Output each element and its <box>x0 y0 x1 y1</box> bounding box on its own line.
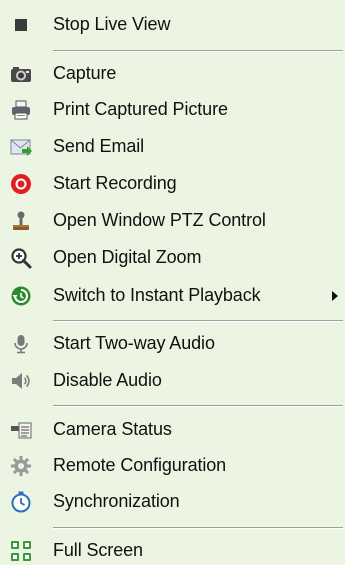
menu-item-label: Send Email <box>53 136 145 157</box>
menu-item-label: Full Screen <box>53 540 143 561</box>
microphone-icon <box>14 335 28 354</box>
menu-item-label: Switch to Instant Playback <box>53 285 261 306</box>
menu-item-full-screen[interactable]: Full Screen <box>0 533 345 565</box>
magnifier-icon <box>11 248 32 269</box>
menu-item-label: Open Window PTZ Control <box>53 210 266 231</box>
menu-item-label: Print Captured Picture <box>53 99 228 120</box>
menu-item-remote-configuration[interactable]: Remote Configuration <box>0 448 345 484</box>
menu-item-send-email[interactable]: Send Email <box>0 129 345 165</box>
menu-item-disable-audio[interactable]: Disable Audio <box>0 363 345 399</box>
menu-item-label: Camera Status <box>53 419 172 440</box>
menu-item-stop-live-view[interactable]: Stop Live View <box>0 7 345 43</box>
menu-item-switch-to-instant-playback[interactable]: Switch to Instant Playback <box>0 278 345 314</box>
menu-separator <box>53 405 343 407</box>
gear-icon <box>11 456 31 476</box>
menu-item-label: Start Two-way Audio <box>53 333 215 354</box>
printer-icon <box>12 100 30 120</box>
fullscreen-icon <box>11 541 31 561</box>
menu-item-camera-status[interactable]: Camera Status <box>0 412 345 448</box>
menu-item-label: Synchronization <box>53 491 180 512</box>
menu-separator <box>53 527 343 529</box>
menu-item-capture[interactable]: Capture <box>0 56 345 92</box>
context-menu: Stop Live View Capture Print Captured Pi… <box>0 0 345 565</box>
menu-item-synchronization[interactable]: Synchronization <box>0 484 345 520</box>
menu-item-label: Stop Live View <box>53 14 171 35</box>
menu-item-label: Disable Audio <box>53 370 162 391</box>
menu-item-start-two-way-audio[interactable]: Start Two-way Audio <box>0 326 345 362</box>
menu-item-label: Capture <box>53 63 117 84</box>
menu-item-label: Start Recording <box>53 173 177 194</box>
stop-square-icon <box>15 19 27 31</box>
menu-separator <box>53 320 343 322</box>
submenu-arrow-icon <box>332 291 338 301</box>
menu-item-label: Open Digital Zoom <box>53 247 202 268</box>
clock-icon <box>11 491 31 513</box>
menu-item-open-window-ptz-control[interactable]: Open Window PTZ Control <box>0 203 345 239</box>
joystick-icon <box>13 211 29 230</box>
menu-item-label: Remote Configuration <box>53 455 227 476</box>
menu-item-open-digital-zoom[interactable]: Open Digital Zoom <box>0 240 345 276</box>
speaker-icon <box>12 373 30 389</box>
envelope-icon <box>10 139 32 156</box>
record-icon <box>11 174 31 194</box>
playback-icon <box>11 286 31 306</box>
menu-item-start-recording[interactable]: Start Recording <box>0 166 345 202</box>
menu-item-print-captured-picture[interactable]: Print Captured Picture <box>0 92 345 128</box>
menu-separator <box>53 50 343 52</box>
camera-status-icon <box>11 422 32 439</box>
camera-icon <box>11 67 31 82</box>
